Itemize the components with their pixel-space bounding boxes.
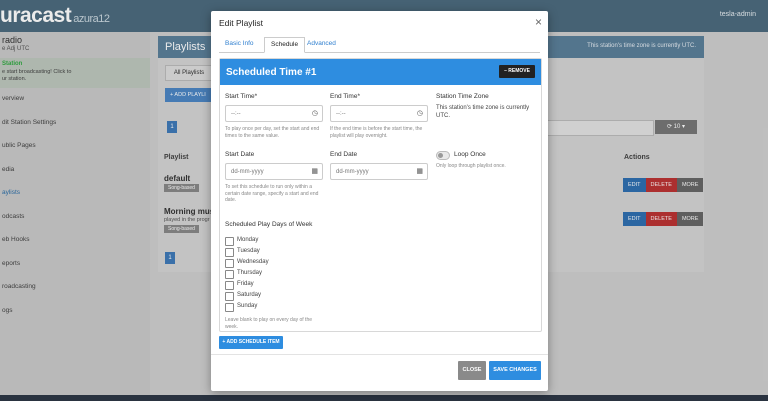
start-time-input[interactable]: --:-- ◷ [225,105,323,122]
day-checkbox[interactable] [225,248,234,257]
modal-tabs: Basic Info Schedule Advanced [219,37,540,53]
end-time-label: End Time* [330,93,360,100]
edit-playlist-modal: Edit Playlist × Basic Info Schedule Adva… [211,11,548,391]
end-time-help: If the end time is before the start time… [330,126,423,139]
day-label: Saturday [237,292,262,298]
play-days-help: Leave blank to play on every day of the … [225,317,313,330]
end-date-value: dd-mm-yyyy [336,169,369,175]
modal-footer-divider [211,354,548,355]
day-checkbox[interactable] [225,237,234,246]
schedule-item-card: Scheduled Time #1 – REMOVE Start Time* -… [219,58,542,332]
calendar-icon: ▦ [416,168,423,175]
schedule-item-header: Scheduled Time #1 – REMOVE [220,59,541,85]
schedule-item-title: Scheduled Time #1 [226,67,317,78]
day-checkbox[interactable] [225,292,234,301]
end-time-value: --:-- [336,111,346,117]
loop-once-help: Only loop through playlist once. [436,163,506,169]
tab-schedule[interactable]: Schedule [264,37,306,53]
day-checkbox[interactable] [225,303,234,312]
start-date-value: dd-mm-yyyy [231,169,264,175]
day-checkbox[interactable] [225,281,234,290]
day-label: Friday [237,281,254,287]
start-time-help: To play once per day, set the start and … [225,126,320,139]
station-timezone-label: Station Time Zone [436,93,489,100]
station-timezone-text: This station's time zone is currently UT… [436,105,530,119]
loop-once-label: Loop Once [454,151,486,158]
end-date-input[interactable]: dd-mm-yyyy ▦ [330,163,428,180]
day-label: Wednesday [237,259,269,265]
end-date-label: End Date [330,151,358,158]
close-icon[interactable]: × [535,15,542,29]
tab-basic-info[interactable]: Basic Info [219,37,260,51]
end-time-input[interactable]: --:-- ◷ [330,105,428,122]
day-checkbox[interactable] [225,270,234,279]
loop-once-toggle[interactable] [436,151,450,160]
close-button[interactable]: CLOSE [458,361,486,380]
start-time-value: --:-- [231,111,241,117]
clock-icon: ◷ [416,110,423,117]
modal-title: Edit Playlist [219,18,263,28]
day-checkbox[interactable] [225,259,234,268]
toggle-knob [438,153,443,158]
play-days-label: Scheduled Play Days of Week [225,221,313,228]
day-label: Sunday [237,303,258,309]
taskbar [0,395,768,401]
add-schedule-item-button[interactable]: + ADD SCHEDULE ITEM [219,336,283,349]
start-date-input[interactable]: dd-mm-yyyy ▦ [225,163,323,180]
tab-advanced[interactable]: Advanced [301,37,342,51]
calendar-icon: ▦ [311,168,318,175]
day-label: Monday [237,237,259,243]
start-time-label: Start Time* [225,93,258,100]
remove-schedule-button[interactable]: – REMOVE [499,65,535,78]
start-date-label: Start Date [225,151,255,158]
clock-icon: ◷ [311,110,318,117]
start-date-help: To set this schedule to run only within … [225,184,319,203]
day-label: Tuesday [237,248,260,254]
day-label: Thursday [237,270,263,276]
save-changes-button[interactable]: SAVE CHANGES [489,361,541,380]
